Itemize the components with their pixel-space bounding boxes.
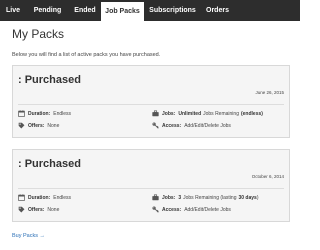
duration-value: Endless bbox=[53, 194, 72, 201]
key-icon bbox=[152, 206, 159, 213]
tab-job-packs[interactable]: Job Packs bbox=[101, 2, 144, 21]
tab-live[interactable]: Live bbox=[0, 0, 26, 21]
offers-label: Offers: bbox=[28, 122, 45, 129]
access-label: Access: bbox=[162, 122, 182, 129]
pack-title: : Purchased bbox=[18, 158, 81, 170]
duration-label: Duration: bbox=[28, 194, 51, 201]
access-row: Access: Add/Edit/Delete Jobs bbox=[152, 122, 231, 129]
pack-card: : Purchased June 26, 2015 Duration: Endl… bbox=[12, 65, 290, 138]
pack-date: October 6, 2014 bbox=[251, 174, 284, 179]
jobs-extra: 30 days bbox=[238, 194, 257, 201]
access-row: Access: Add/Edit/Delete Jobs bbox=[152, 206, 231, 213]
calendar-icon bbox=[18, 110, 25, 117]
jobs-close: ) bbox=[256, 194, 259, 201]
jobs-count: 3 bbox=[178, 194, 182, 201]
jobs-label: Jobs: bbox=[162, 110, 176, 117]
jobs-row: Jobs: 3 Jobs Remaining (lasting 30 days) bbox=[152, 194, 259, 201]
briefcase-icon bbox=[152, 110, 159, 117]
access-value: Add/Edit/Delete Jobs bbox=[184, 206, 231, 213]
tab-bar: Live Pending Ended Job Packs Subscriptio… bbox=[0, 0, 300, 21]
tab-pending[interactable]: Pending bbox=[26, 0, 69, 21]
page-title: My Packs bbox=[12, 27, 65, 41]
tag-icon bbox=[18, 122, 25, 129]
jobs-row: Jobs: Unlimited Jobs Remaining (endless) bbox=[152, 110, 263, 117]
tab-orders[interactable]: Orders bbox=[201, 0, 234, 21]
buy-packs-link[interactable]: Buy Packs → bbox=[12, 233, 45, 239]
card-divider bbox=[18, 188, 284, 189]
access-value: Add/Edit/Delete Jobs bbox=[184, 122, 231, 129]
pack-title: : Purchased bbox=[18, 74, 81, 86]
duration-row: Duration: Endless bbox=[18, 194, 71, 201]
card-divider bbox=[18, 104, 284, 105]
pack-card: : Purchased October 6, 2014 Duration: En… bbox=[12, 149, 290, 222]
jobs-text: Jobs Remaining (lasting bbox=[183, 194, 237, 201]
tab-subscriptions[interactable]: Subscriptions bbox=[144, 0, 201, 21]
intro-text: Below you will find a list of active pac… bbox=[12, 52, 161, 58]
tag-icon bbox=[18, 206, 25, 213]
offers-row: Offers: None bbox=[18, 206, 59, 213]
pack-date: June 26, 2015 bbox=[255, 90, 284, 95]
offers-value: None bbox=[47, 122, 60, 129]
duration-row: Duration: Endless bbox=[18, 110, 71, 117]
key-icon bbox=[152, 122, 159, 129]
duration-label: Duration: bbox=[28, 110, 51, 117]
jobs-extra: (endless) bbox=[240, 110, 263, 117]
tab-ended[interactable]: Ended bbox=[69, 0, 101, 21]
offers-value: None bbox=[47, 206, 60, 213]
access-label: Access: bbox=[162, 206, 182, 213]
jobs-text: Jobs Remaining bbox=[203, 110, 239, 117]
jobs-label: Jobs: bbox=[162, 194, 176, 201]
offers-row: Offers: None bbox=[18, 122, 59, 129]
jobs-count: Unlimited bbox=[178, 110, 202, 117]
briefcase-icon bbox=[152, 194, 159, 201]
calendar-icon bbox=[18, 194, 25, 201]
duration-value: Endless bbox=[53, 110, 72, 117]
offers-label: Offers: bbox=[28, 206, 45, 213]
